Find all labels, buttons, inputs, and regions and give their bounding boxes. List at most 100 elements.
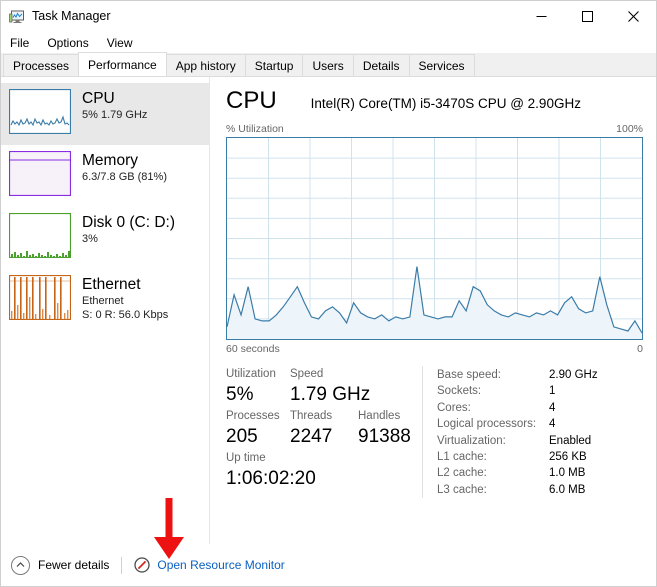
stat-threads-label: Threads (290, 410, 333, 422)
menu-item-options[interactable]: Options (45, 35, 97, 51)
title-bar: Task Manager (1, 1, 656, 32)
minimize-button[interactable] (518, 1, 564, 32)
sidebar-disk-title: Disk 0 (C: D:) (82, 214, 175, 231)
spec-l1-cache: L1 cache: 256 KB (437, 449, 643, 465)
menu-item-view[interactable]: View (105, 35, 142, 51)
fewer-details-button[interactable]: Fewer details (38, 558, 109, 572)
stat-utilization-value: 5% (226, 384, 254, 405)
content-area: CPU 5% 1.79 GHz Memory 6.3/7.8 GB (81%) (1, 77, 656, 544)
stat-speed: Speed 1.79 GHz (290, 366, 370, 408)
tab-users[interactable]: Users (302, 54, 354, 76)
spec-virtualization: Virtualization: Enabled (437, 433, 643, 449)
graph-x-left-label: 60 seconds (226, 343, 280, 355)
footer-divider (121, 556, 123, 574)
sidebar-cpu-title: CPU (82, 90, 115, 107)
cpu-specs-list: Base speed: 2.90 GHz Sockets: 1 Cores: 4… (422, 366, 643, 499)
graph-time-labels: 60 seconds 0 (226, 343, 643, 355)
spec-base-speed: Base speed: 2.90 GHz (437, 367, 643, 383)
stat-speed-value: 1.79 GHz (290, 384, 371, 405)
panel-header: CPU Intel(R) Core(TM) i5-3470S CPU @ 2.9… (226, 87, 643, 118)
tab-performance[interactable]: Performance (78, 52, 167, 76)
graph-axis-labels: % Utilization 100% (226, 123, 643, 135)
page-title: CPU (226, 87, 277, 114)
graph-y-label: % Utilization (226, 123, 284, 135)
stat-utilization: Utilization 5% (226, 366, 290, 408)
sidebar-ethernet-text: Ethernet Ethernet S: 0 R: 56.0 Kbps (82, 275, 168, 322)
spec-base-speed-value: 2.90 GHz (549, 369, 598, 381)
sidebar-disk-text: Disk 0 (C: D:) 3% (82, 213, 175, 246)
spec-sockets-key: Sockets: (437, 385, 482, 398)
window-controls (518, 1, 656, 32)
tab-startup[interactable]: Startup (244, 54, 304, 76)
sidebar-cpu-text: CPU 5% 1.79 GHz (82, 89, 147, 122)
task-manager-icon (9, 9, 25, 25)
stat-uptime-label: Up time (226, 452, 266, 464)
stat-handles-value: 91388 (358, 426, 411, 447)
stat-threads: Threads 2247 (290, 408, 358, 450)
stat-speed-label: Speed (290, 368, 324, 380)
stat-handles: Handles 91388 (358, 408, 411, 450)
tab-processes[interactable]: Processes (3, 54, 80, 76)
stats-area: Utilization 5% Speed 1.79 GHz Processes … (226, 366, 643, 499)
tab-strip: Processes Performance App history Startu… (1, 52, 656, 77)
spec-l3-cache-value: 6.0 MB (549, 483, 586, 496)
sidebar-item-disk[interactable]: Disk 0 (C: D:) 3% (1, 207, 209, 269)
spec-logical-processors-value: 4 (549, 418, 556, 431)
menu-bar: File Options View (1, 32, 656, 53)
status-bar: Fewer details Open Resource Monitor (1, 544, 656, 586)
spec-l2-cache: L2 cache: 1.0 MB (437, 465, 643, 481)
sidebar-item-cpu[interactable]: CPU 5% 1.79 GHz (1, 83, 209, 145)
chevron-up-icon[interactable] (11, 555, 30, 575)
spec-l2-cache-key: L2 cache: (437, 467, 487, 480)
graph-y-max-label: 100% (616, 123, 643, 135)
sidebar-ethernet-sub1: Ethernet (82, 295, 124, 307)
spec-cores-value: 4 (549, 401, 556, 414)
cpu-detail-panel: CPU Intel(R) Core(TM) i5-3470S CPU @ 2.9… (211, 77, 656, 544)
spec-l1-cache-value: 256 KB (549, 451, 587, 464)
open-resource-monitor-link[interactable]: Open Resource Monitor (157, 558, 284, 572)
graph-x-right-label: 0 (637, 343, 643, 355)
spec-base-speed-key: Base speed: (437, 369, 501, 381)
spec-logical-processors-key: Logical processors: (437, 418, 537, 431)
sidebar-item-ethernet[interactable]: Ethernet Ethernet S: 0 R: 56.0 Kbps (1, 269, 209, 331)
close-button[interactable] (610, 1, 656, 32)
stats-row-1: Utilization 5% Speed 1.79 GHz (226, 366, 422, 408)
cpu-model-label: Intel(R) Core(TM) i5-3470S CPU @ 2.90GHz (310, 96, 581, 111)
spec-l2-cache-value: 1.0 MB (549, 467, 586, 480)
menu-item-file[interactable]: File (8, 35, 38, 51)
tab-app-history[interactable]: App history (165, 54, 246, 76)
spec-virtualization-key: Virtualization: (437, 434, 506, 447)
resource-monitor-icon (134, 557, 151, 573)
tab-details[interactable]: Details (352, 54, 410, 76)
spec-virtualization-value: Enabled (549, 434, 592, 447)
spec-cores-key: Cores: (437, 401, 471, 414)
stat-processes-label: Processes (226, 410, 280, 422)
tab-services[interactable]: Services (408, 54, 475, 76)
stat-processes-value: 205 (226, 426, 258, 447)
stats-primary: Utilization 5% Speed 1.79 GHz Processes … (226, 366, 422, 498)
stat-uptime-value: 1:06:02:20 (226, 468, 316, 489)
sidebar-ethernet-sub2: S: 0 R: 56.0 Kbps (82, 309, 169, 321)
sidebar-ethernet-title: Ethernet (82, 276, 141, 293)
spec-logical-processors: Logical processors: 4 (437, 416, 643, 432)
task-manager-window: Task Manager File Options View Processes… (0, 0, 657, 587)
spec-l3-cache-key: L3 cache: (437, 483, 487, 496)
spec-l3-cache: L3 cache: 6.0 MB (437, 482, 643, 498)
stats-row-2: Processes 205 Threads 2247 Handles 91388 (226, 408, 422, 450)
sidebar-disk-sub: 3% (82, 233, 98, 245)
stat-threads-value: 2247 (290, 426, 333, 447)
ethernet-mini-graph-icon (9, 275, 71, 320)
stats-row-3: Up time 1:06:02:20 (226, 450, 422, 492)
resource-sidebar: CPU 5% 1.79 GHz Memory 6.3/7.8 GB (81%) (1, 77, 210, 544)
stat-processes: Processes 205 (226, 408, 290, 450)
cpu-mini-graph-icon (9, 89, 71, 134)
disk-mini-graph-icon (9, 213, 71, 258)
sidebar-memory-sub: 6.3/7.8 GB (81%) (82, 171, 167, 183)
cpu-chart-svg (227, 138, 642, 339)
memory-mini-graph-icon (9, 151, 71, 196)
spec-sockets: Sockets: 1 (437, 383, 643, 399)
maximize-button[interactable] (564, 1, 610, 32)
window-title: Task Manager (32, 9, 111, 24)
sidebar-memory-title: Memory (82, 152, 138, 169)
sidebar-item-memory[interactable]: Memory 6.3/7.8 GB (81%) (1, 145, 209, 207)
